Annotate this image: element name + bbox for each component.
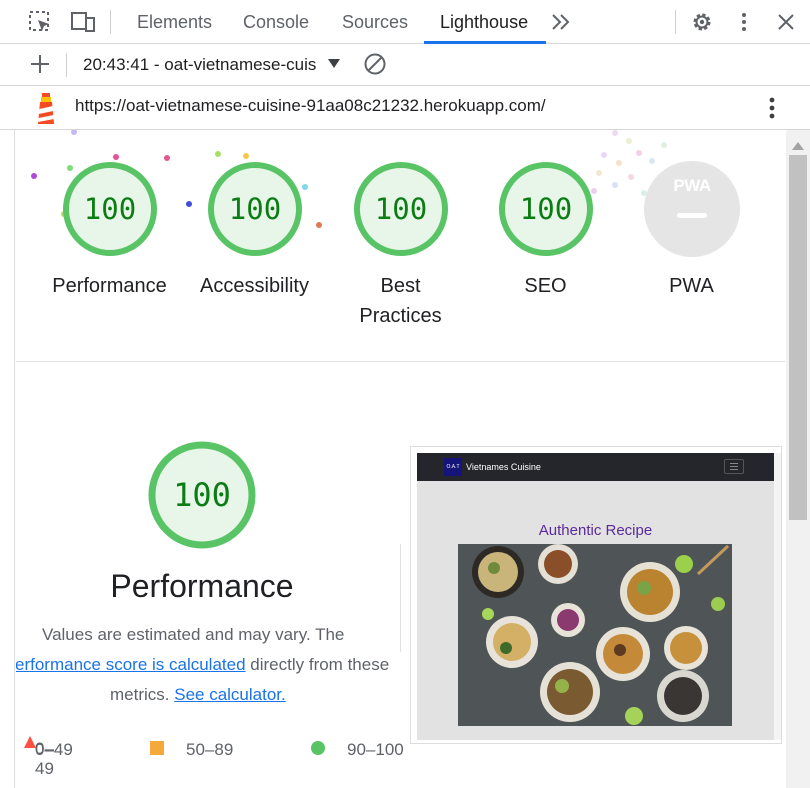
performance-main-score: 100	[173, 476, 231, 514]
best-practices-score: 100	[374, 192, 428, 226]
confetti	[316, 222, 322, 228]
lighthouse-toolbar: 20:43:41 - oat-vietnamese-cuis	[0, 44, 810, 86]
scroll-up-arrow-icon[interactable]	[792, 142, 804, 150]
seo-score: 100	[519, 192, 573, 226]
pwa-badge-text: PWA	[673, 176, 711, 195]
tab-sources[interactable]: Sources	[342, 0, 408, 44]
confetti	[186, 201, 192, 207]
preview-heading: Authentic Recipe	[538, 522, 653, 539]
preview-site-name: Vietnames Cuisine	[466, 462, 541, 472]
toolbar-divider	[66, 53, 67, 77]
performance-label: Performance	[52, 275, 167, 297]
section-divider	[16, 361, 785, 362]
seo-label: SEO	[524, 275, 567, 297]
lighthouse-logo-icon	[33, 92, 59, 126]
report-url-bar: https://oat-vietnamese-cuisine-91aa08c21…	[0, 86, 810, 130]
preview-body: Authentic Recipe	[417, 481, 774, 740]
confetti	[616, 160, 622, 166]
new-report-plus-icon[interactable]	[29, 53, 51, 75]
clear-all-icon[interactable]	[363, 52, 387, 76]
panel-border	[14, 130, 15, 788]
confetti	[626, 138, 632, 144]
more-options-icon[interactable]	[740, 12, 748, 32]
toolbar-divider	[110, 10, 111, 34]
devtools-tab-bar: Elements Console Sources Lighthouse	[0, 0, 810, 44]
preview-hamburger-icon	[724, 459, 744, 474]
performance-main-gauge: 100	[148, 441, 256, 549]
confetti	[612, 182, 618, 188]
description-text: metrics.	[110, 685, 175, 704]
performance-description-line1: Values are estimated and may vary. The	[42, 625, 345, 644]
confetti	[636, 150, 642, 156]
close-icon[interactable]	[776, 12, 796, 32]
tab-lighthouse[interactable]: Lighthouse	[440, 0, 528, 44]
legend-pass-label: 90–100	[347, 740, 404, 759]
confetti	[113, 154, 119, 160]
chevron-down-icon[interactable]	[328, 59, 340, 69]
pwa-label: PWA	[669, 275, 714, 297]
settings-gear-icon[interactable]	[690, 10, 714, 34]
report-scrollbar-thumb[interactable]	[789, 155, 807, 520]
performance-score: 100	[83, 192, 137, 226]
confetti	[628, 174, 634, 180]
confetti	[661, 142, 667, 148]
confetti	[164, 155, 170, 161]
performance-description-line2: erformance score is calculated directly …	[16, 650, 389, 680]
report-menu-icon[interactable]	[768, 96, 776, 120]
performance-description-line3: metrics. See calculator.	[110, 680, 286, 710]
preview-food-image	[458, 544, 732, 726]
confetti	[601, 152, 607, 158]
legend-average-label: 50–89	[186, 740, 234, 759]
score-calculation-link[interactable]: erformance score is calculated	[16, 655, 246, 674]
preview-scrollbar	[774, 453, 781, 740]
column-divider	[400, 544, 401, 652]
pwa-badge-gauge[interactable]: PWA	[644, 161, 740, 257]
accessibility-score: 100	[228, 192, 282, 226]
description-text: directly from these	[245, 655, 390, 674]
confetti	[596, 170, 602, 176]
legend-fail-text: 0–49	[35, 740, 73, 759]
best-practices-score-gauge[interactable]: 100	[353, 161, 449, 257]
legend-average-square	[150, 741, 164, 755]
confetti	[215, 151, 221, 157]
accessibility-score-gauge[interactable]: 100	[207, 161, 303, 257]
performance-title: Performance	[110, 568, 294, 604]
confetti	[31, 173, 37, 179]
tab-elements[interactable]: Elements	[137, 0, 212, 44]
best-practices-label-line1: Best	[380, 275, 421, 297]
confetti	[243, 153, 249, 159]
device-toolbar-icon[interactable]	[70, 10, 96, 34]
confetti	[612, 130, 618, 136]
report-url[interactable]: https://oat-vietnamese-cuisine-91aa08c21…	[75, 86, 546, 129]
accessibility-label: Accessibility	[200, 275, 309, 297]
toolbar-divider	[675, 10, 676, 34]
report-selector[interactable]: 20:43:41 - oat-vietnamese-cuis	[83, 44, 325, 85]
tab-console[interactable]: Console	[243, 0, 309, 44]
legend-pass-circle	[311, 741, 325, 755]
performance-score-gauge[interactable]: 100	[62, 161, 158, 257]
see-calculator-link[interactable]: See calculator.	[174, 685, 286, 704]
preview-logo: O.A.T	[444, 458, 462, 476]
more-tabs-icon[interactable]	[550, 12, 572, 32]
seo-score-gauge[interactable]: 100	[498, 161, 594, 257]
best-practices-label-line2: Practices	[359, 305, 442, 327]
inspect-element-icon[interactable]	[28, 10, 52, 34]
confetti	[71, 130, 77, 135]
preview-navbar: O.A.T Vietnames Cuisine	[417, 453, 774, 481]
